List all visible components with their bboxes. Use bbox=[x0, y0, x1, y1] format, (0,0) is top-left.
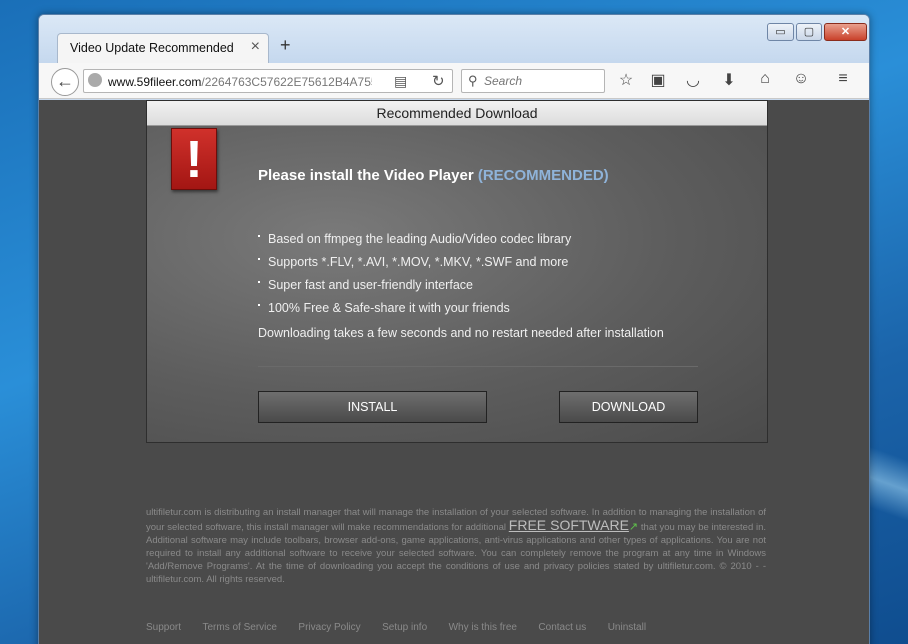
download-arrow-icon[interactable]: ⬇ bbox=[718, 70, 740, 90]
install-button[interactable]: INSTALL bbox=[258, 391, 487, 423]
close-window-button[interactable]: ✕ bbox=[824, 23, 867, 41]
headline-text: Please install the Video Player bbox=[258, 167, 474, 184]
smiley-icon[interactable]: ☺ bbox=[790, 70, 812, 88]
feature-list: Based on ffmpeg the leading Audio/Video … bbox=[258, 232, 571, 324]
recommended-download-panel: Recommended Download ! Please install th… bbox=[146, 100, 768, 443]
list-item: Supports *.FLV, *.AVI, *.MOV, *.MKV, *.S… bbox=[258, 255, 571, 278]
panel-header: Recommended Download bbox=[147, 101, 767, 126]
footer-link-uninstall[interactable]: Uninstall bbox=[608, 622, 646, 633]
page-content: Recommended Download ! Please install th… bbox=[39, 100, 869, 644]
navigation-toolbar: ← www.59fileer.com/2264763C57622E75612B4… bbox=[39, 63, 869, 99]
reading-list-icon[interactable]: ▣ bbox=[647, 70, 669, 90]
footer-links: Support Terms of Service Privacy Policy … bbox=[146, 617, 663, 635]
minimize-button[interactable]: ▭ bbox=[767, 23, 794, 41]
list-item: 100% Free & Safe-share it with your frie… bbox=[258, 301, 571, 324]
tab-video-update[interactable]: Video Update Recommended × bbox=[57, 33, 269, 63]
footer-link-support[interactable]: Support bbox=[146, 622, 181, 633]
divider bbox=[258, 366, 698, 367]
list-item: Based on ffmpeg the leading Audio/Video … bbox=[258, 232, 571, 255]
footer-link-terms[interactable]: Terms of Service bbox=[202, 622, 276, 633]
url-path: /2264763C57622E75612B4A7558 bbox=[201, 75, 372, 89]
pocket-icon[interactable]: ◡ bbox=[682, 70, 704, 90]
page-title: Please install the Video Player (RECOMME… bbox=[258, 167, 609, 184]
tab-close-icon[interactable]: × bbox=[251, 38, 260, 56]
footer-link-why-free[interactable]: Why is this free bbox=[449, 622, 517, 633]
disclaimer-text: ultifiletur.com is distributing an insta… bbox=[146, 506, 766, 586]
url-text[interactable]: www.59fileer.com/2264763C57622E75612B4A7… bbox=[108, 75, 372, 89]
menu-icon[interactable]: ≡ bbox=[832, 70, 854, 88]
back-button[interactable]: ← bbox=[51, 68, 79, 96]
new-tab-icon[interactable]: + bbox=[280, 35, 291, 56]
download-note: Downloading takes a few seconds and no r… bbox=[258, 326, 664, 340]
list-item: Super fast and user-friendly interface bbox=[258, 278, 571, 301]
recommended-tag: (RECOMMENDED) bbox=[477, 167, 609, 184]
url-domain: www.59fileer.com bbox=[108, 75, 202, 89]
url-bar[interactable]: www.59fileer.com/2264763C57622E75612B4A7… bbox=[83, 69, 453, 93]
footer-link-setup-info[interactable]: Setup info bbox=[382, 622, 427, 633]
home-icon[interactable]: ⌂ bbox=[754, 70, 776, 88]
reader-view-icon[interactable]: ▤ bbox=[394, 73, 407, 90]
browser-window: Video Update Recommended × + ▭ ▢ ✕ ← www… bbox=[38, 14, 870, 644]
title-bar: Video Update Recommended × + ▭ ▢ ✕ bbox=[39, 15, 869, 63]
free-software-link[interactable]: FREE SOFTWARE bbox=[509, 517, 629, 533]
search-bar[interactable]: ⚲ bbox=[461, 69, 605, 93]
footer-link-privacy[interactable]: Privacy Policy bbox=[298, 622, 360, 633]
globe-icon bbox=[88, 73, 102, 87]
maximize-button[interactable]: ▢ bbox=[796, 23, 822, 41]
external-link-icon: ↗ bbox=[628, 521, 639, 533]
warning-exclamation-icon: ! bbox=[171, 128, 217, 190]
star-icon[interactable]: ☆ bbox=[615, 70, 637, 90]
footer-link-contact[interactable]: Contact us bbox=[538, 622, 586, 633]
search-icon: ⚲ bbox=[468, 73, 478, 88]
reload-icon[interactable]: ↻ bbox=[432, 72, 445, 90]
tab-title: Video Update Recommended bbox=[70, 41, 234, 55]
download-button[interactable]: DOWNLOAD bbox=[559, 391, 698, 423]
search-input[interactable] bbox=[484, 73, 600, 89]
